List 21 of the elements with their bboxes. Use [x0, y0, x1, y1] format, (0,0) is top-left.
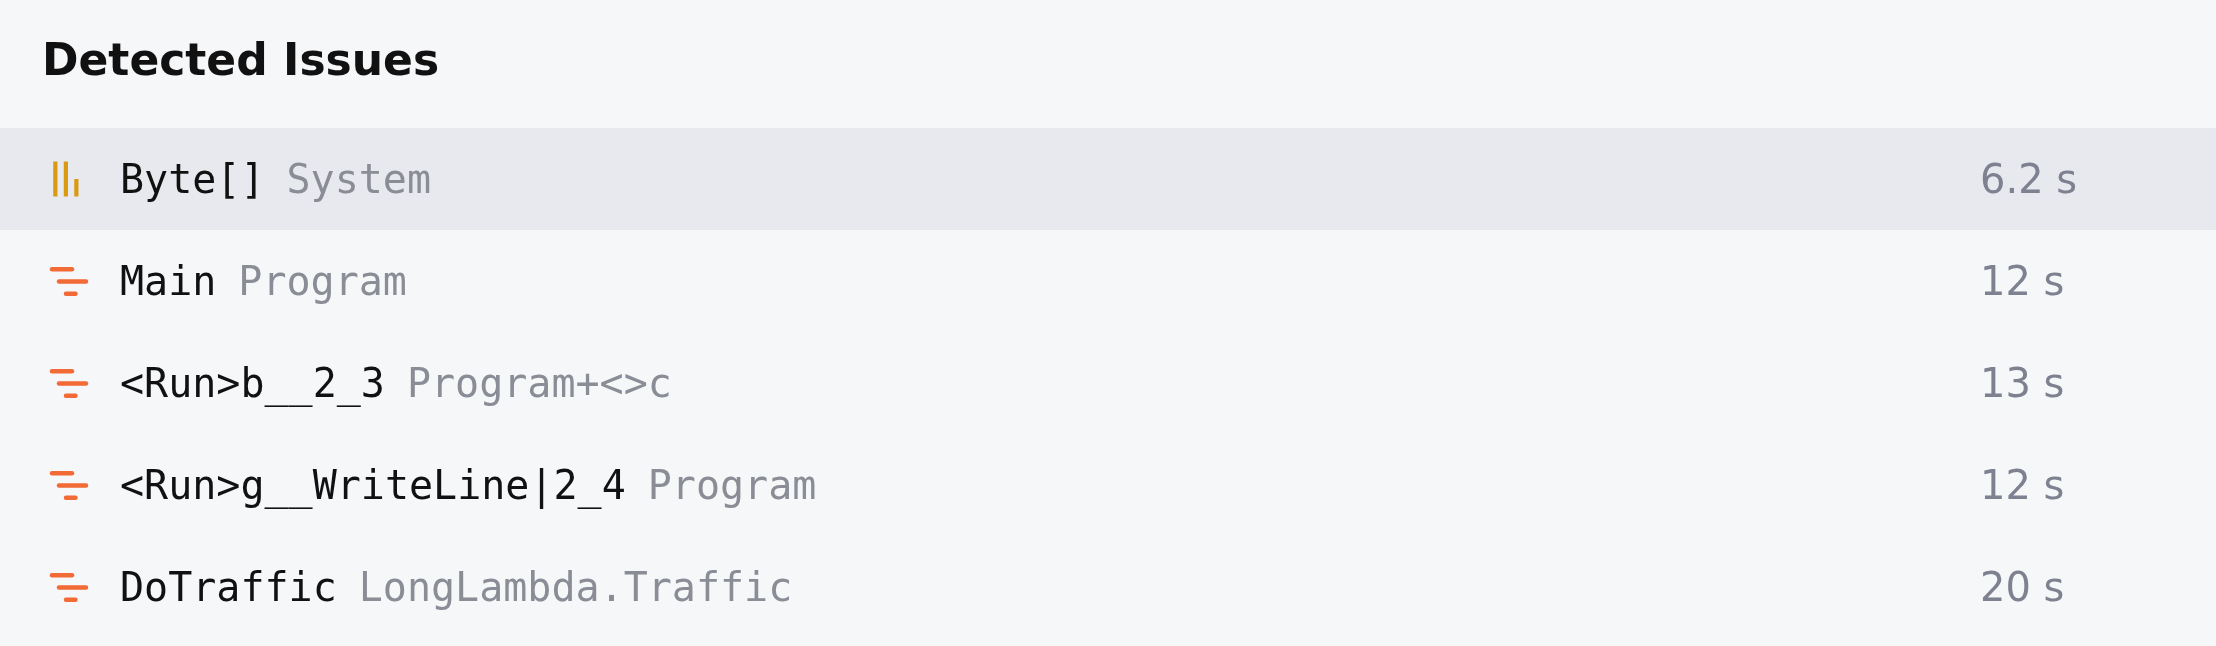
- class-name: Program: [238, 258, 407, 304]
- duration: 20 s: [1980, 564, 2066, 610]
- issue-row[interactable]: <Run>g__WriteLine|2_4 Program 12 s: [0, 434, 2216, 536]
- class-name: System: [286, 156, 431, 202]
- issue-row[interactable]: DoTraffic LongLambda.Traffic 20 s: [0, 536, 2216, 638]
- issue-row[interactable]: Main Program 12 s: [0, 230, 2216, 332]
- method-name: <Run>g__WriteLine|2_4: [120, 462, 626, 508]
- issue-row[interactable]: <Run>b__2_3 Program+<>c 13 s: [0, 332, 2216, 434]
- method-name: Byte[]: [120, 156, 265, 202]
- method-name: <Run>b__2_3: [120, 360, 385, 406]
- method-name: DoTraffic: [120, 564, 337, 610]
- method-name: Main: [120, 258, 217, 304]
- class-name: Program: [647, 462, 817, 508]
- duration: 13 s: [1980, 360, 2066, 406]
- duration: 12 s: [1980, 462, 2066, 508]
- duration: 6.2 s: [1980, 156, 2079, 202]
- issue-row[interactable]: Byte[] System 6.2 s: [0, 128, 2216, 230]
- duration: 12 s: [1980, 258, 2066, 304]
- class-name: Program+<>c: [406, 360, 672, 406]
- class-name: LongLambda.Traffic: [358, 564, 793, 610]
- panel-title: Detected Issues: [41, 33, 441, 87]
